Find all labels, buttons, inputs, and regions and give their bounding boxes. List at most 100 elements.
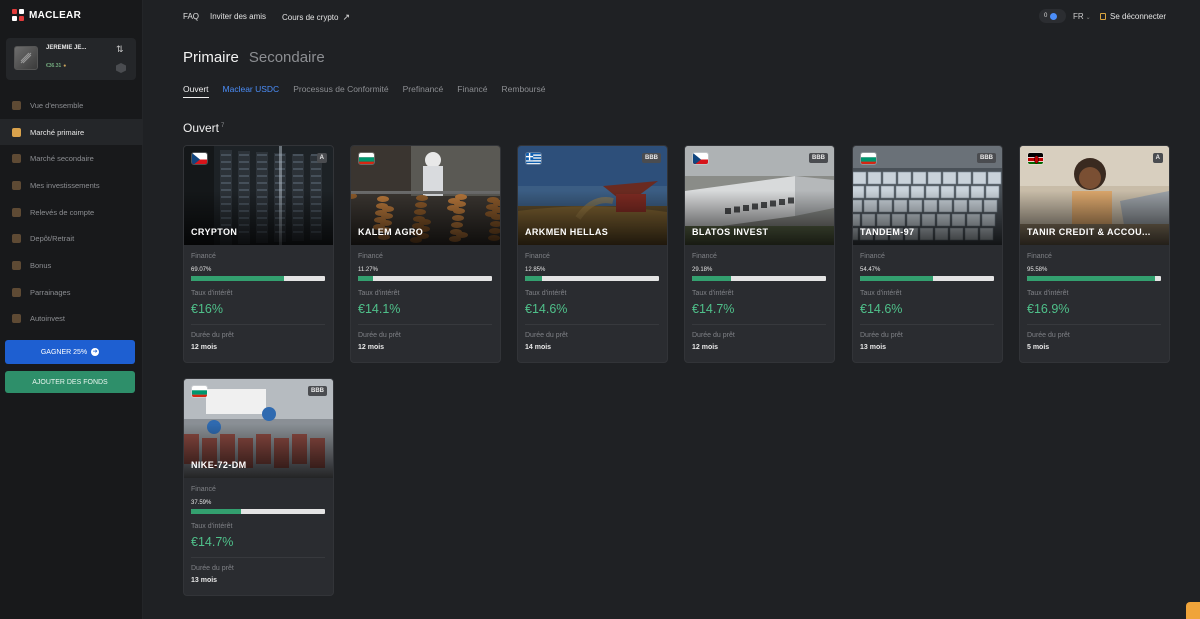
rating-badge: A — [316, 153, 327, 163]
filter-repaid[interactable]: Remboursé — [502, 84, 546, 98]
funded-progress-bar — [692, 276, 826, 281]
loan-card[interactable]: BBB TANDEM-97 Financé 54.47% Taux d'intérêt €… — [852, 145, 1003, 363]
sidebar-item-march-secondaire[interactable]: Marché secondaire — [0, 145, 143, 172]
interest-rate: €16% — [191, 302, 223, 316]
funded-label: Financé — [860, 253, 885, 260]
wallet-icon — [12, 234, 21, 244]
sidebar-item-dep-t-retrait[interactable]: Depôt/Retrait — [0, 225, 143, 252]
filter-prefinanced[interactable]: Prefinancé — [403, 84, 444, 98]
loan-name: TANDEM-97 — [860, 227, 915, 237]
sidebar-item-label: Autoinvest — [30, 314, 66, 324]
funded-percent: 11.27% — [358, 267, 378, 273]
loan-name: ARKMEN HELLAS — [525, 227, 609, 237]
funded-progress-bar — [860, 276, 994, 281]
rate-label: Taux d'intérêt — [191, 523, 233, 530]
progress-fill — [525, 276, 543, 281]
country-flag-icon — [525, 152, 542, 165]
funded-label: Financé — [692, 253, 717, 260]
interest-rate: €14.1% — [358, 302, 401, 316]
sidebar-item-autoinvest[interactable]: Autoinvest — [0, 306, 143, 333]
country-flag-icon — [358, 152, 375, 165]
language-selector[interactable]: FR ⌄ — [1073, 12, 1091, 21]
loan-image: BBB ARKMEN HELLAS — [518, 146, 667, 245]
tab-primary[interactable]: Primaire — [183, 49, 239, 66]
briefcase-icon — [12, 180, 21, 190]
country-flag-icon — [191, 385, 208, 398]
sidebar-item-relev-s-de-compte[interactable]: Relevés de compte — [0, 199, 143, 226]
notification-counter[interactable]: 0 — [1039, 9, 1066, 23]
user-balance: €36.31 ● — [46, 63, 66, 69]
tab-secondary[interactable]: Secondaire — [249, 49, 325, 66]
section-count: 7 — [221, 123, 225, 129]
duration-label: Durée du prêt — [191, 332, 234, 339]
divider — [692, 324, 826, 325]
cart-icon — [12, 154, 21, 164]
add-funds-button[interactable]: AJOUTER DES FONDS — [5, 371, 135, 393]
loan-image: BBB BLATOS INVEST — [685, 146, 834, 245]
divider — [191, 557, 325, 558]
loan-duration: 5 mois — [1027, 344, 1050, 351]
gain-button-label: GAGNER 25% — [40, 348, 88, 356]
sidebar-item-label: Vue d'ensemble — [30, 100, 84, 110]
filter-compliance[interactable]: Processus de Conformité — [293, 84, 388, 98]
loan-card[interactable]: A CRYPTON Financé 69.07% Taux d'intérêt €16% D… — [183, 145, 334, 363]
rate-label: Taux d'intérêt — [191, 290, 233, 297]
loan-card[interactable]: KALEM AGRO Financé 11.27% Taux d'intérêt €14… — [350, 145, 501, 363]
gain-25-button[interactable]: GAGNER 25% ➜ — [5, 340, 135, 364]
rate-label: Taux d'intérêt — [1027, 290, 1069, 297]
sidebar-item-parrainages[interactable]: Parrainages — [0, 279, 143, 306]
loan-card[interactable]: BBB ARKMEN HELLAS Financé 12.85% Taux d'inté… — [517, 145, 668, 363]
funded-progress-bar — [358, 276, 492, 281]
invite-friends-link[interactable]: Inviter des amis — [210, 12, 266, 21]
loan-card[interactable]: A TANIR CREDIT & ACCOU... Financé 95.58% Tau… — [1019, 145, 1170, 363]
interest-rate: €16.9% — [1027, 302, 1070, 316]
crypto-rates-link[interactable]: Cours de crypto ↗ — [282, 12, 350, 23]
avatar — [14, 46, 38, 70]
language-value: FR — [1073, 12, 1084, 21]
logout-link[interactable]: Se déconnecter — [1100, 12, 1166, 21]
loan-duration: 13 mois — [860, 344, 887, 351]
duration-label: Durée du prêt — [692, 332, 735, 339]
duration-label: Durée du prêt — [191, 565, 234, 572]
loan-name: BLATOS INVEST — [692, 227, 769, 237]
sidebar-item-mes-investissements[interactable]: Mes investissements — [0, 172, 143, 199]
rate-label: Taux d'intérêt — [860, 290, 902, 297]
funded-label: Financé — [1027, 253, 1052, 260]
faq-link[interactable]: FAQ — [183, 12, 199, 21]
funded-progress-bar — [191, 509, 325, 514]
loan-card[interactable]: BBB NIKE-72-DM Financé 37.59% Taux d'intérêt… — [183, 378, 334, 596]
sidebar-item-label: Marché primaire — [30, 127, 85, 137]
funded-percent: 95.58% — [1027, 267, 1048, 273]
funded-percent: 54.47% — [860, 267, 881, 273]
progress-fill — [358, 276, 374, 281]
sidebar: MACLEAR JEREMIE JE... €36.31 ● ⇅ Vue d'en… — [0, 0, 143, 619]
user-card[interactable]: JEREMIE JE... €36.31 ● ⇅ — [6, 38, 136, 80]
divider — [1027, 324, 1161, 325]
sidebar-item-bonus[interactable]: Bonus — [0, 252, 143, 279]
market-tabs: Primaire Secondaire — [183, 49, 325, 66]
filter-open[interactable]: Ouvert — [183, 84, 209, 98]
chat-widget-button[interactable] — [1186, 602, 1200, 619]
loan-card[interactable]: BBB BLATOS INVEST Financé 29.18% Taux d'inté… — [684, 145, 835, 363]
progress-fill — [191, 509, 242, 514]
progress-fill — [692, 276, 732, 281]
rating-badge: BBB — [977, 153, 996, 163]
duration-label: Durée du prêt — [525, 332, 568, 339]
maclear-logo-icon — [12, 9, 24, 21]
sidebar-item-label: Bonus — [30, 260, 52, 270]
settings-sliders-icon[interactable]: ⇅ — [116, 44, 126, 54]
funded-label: Financé — [525, 253, 550, 260]
folder-icon — [12, 207, 21, 217]
divider — [525, 324, 659, 325]
funded-percent: 37.59% — [191, 500, 212, 506]
sidebar-item-label: Relevés de compte — [30, 207, 95, 217]
filter-maclear-usdc[interactable]: Maclear USDC — [223, 84, 280, 98]
country-flag-icon — [692, 152, 709, 165]
rate-label: Taux d'intérêt — [692, 290, 734, 297]
funded-label: Financé — [358, 253, 383, 260]
country-flag-icon — [860, 152, 877, 165]
filter-financed[interactable]: Financé — [457, 84, 487, 98]
sidebar-item-march-primaire[interactable]: Marché primaire — [0, 118, 143, 146]
sidebar-item-vue-d-ensemble[interactable]: Vue d'ensemble — [0, 92, 143, 119]
brand-logo[interactable]: MACLEAR — [12, 9, 81, 21]
